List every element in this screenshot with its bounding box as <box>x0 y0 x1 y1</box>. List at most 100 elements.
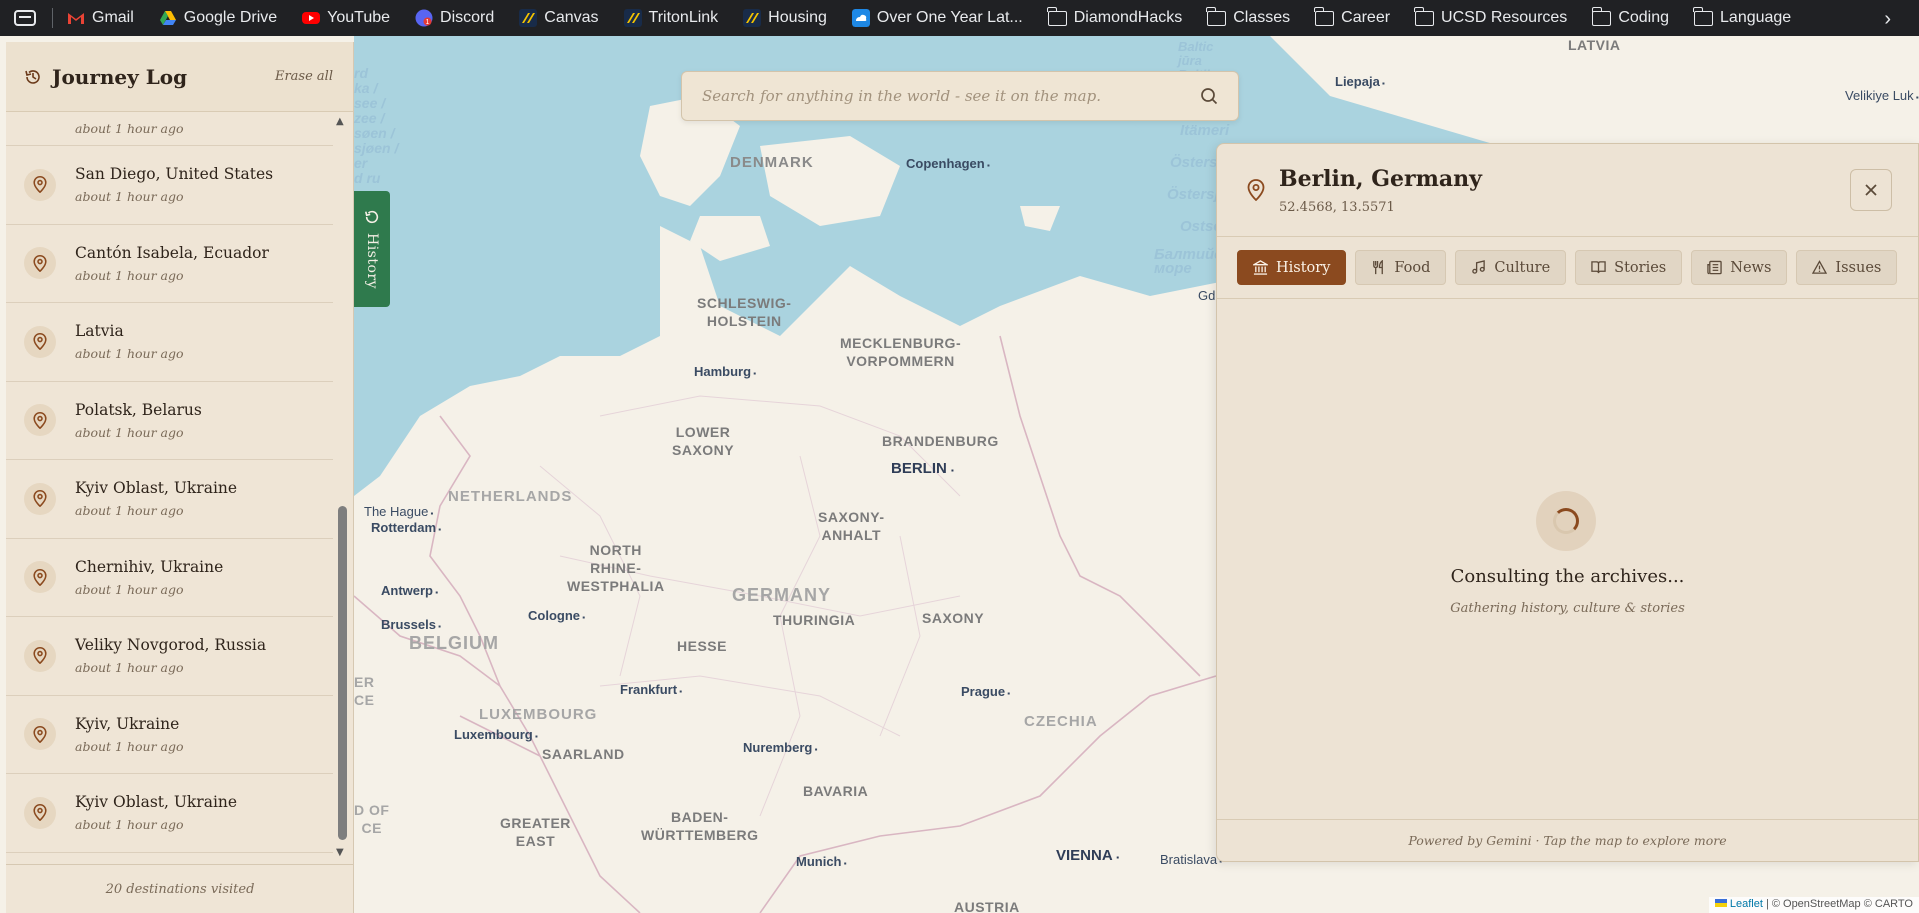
list-item[interactable]: Cantón Isabela, Ecuador about 1 hour ago <box>6 225 333 303</box>
close-button[interactable] <box>1850 169 1892 211</box>
bookmark-folder-diamondhacks[interactable]: DiamondHacks <box>1046 6 1182 27</box>
list-item-name: Chernihiv, Ukraine <box>75 557 224 576</box>
list-item-partial[interactable]: about 1 hour ago <box>6 112 333 146</box>
cloud-icon <box>851 9 870 27</box>
list-item[interactable]: Kyiv, Ukraine about 1 hour ago <box>6 696 333 774</box>
map-label-austria: AUSTRIA <box>954 899 1020 913</box>
tab-stories[interactable]: Stories <box>1575 250 1683 285</box>
map-label-hesse: HESSE <box>677 638 727 654</box>
bookmark-canvas[interactable]: Canvas <box>519 9 599 27</box>
bookmark-folder-language[interactable]: Language <box>1693 6 1791 27</box>
bookmark-folder-ucsd-resources[interactable]: UCSD Resources <box>1414 6 1567 27</box>
search-icon[interactable] <box>1200 87 1218 105</box>
tab-news[interactable]: News <box>1691 250 1788 285</box>
tab-issues[interactable]: Issues <box>1796 250 1898 285</box>
map-label-czechia: CZECHIA <box>1024 713 1098 730</box>
journey-list[interactable]: about 1 hour ago San Diego, United State… <box>6 112 333 864</box>
map-pin-icon <box>33 568 47 586</box>
map-label-hamburg: Hamburg <box>694 364 756 379</box>
folder-icon <box>1591 6 1612 26</box>
list-item-time: about 1 hour ago <box>75 189 184 205</box>
scroll-up-icon[interactable]: ▲ <box>336 116 344 127</box>
history-icon <box>365 210 379 224</box>
search-bar[interactable]: Search for anything in the world - see i… <box>681 71 1239 121</box>
map-label-germany: GERMANY <box>732 585 832 605</box>
map-label-netherlands: NETHERLANDS <box>448 488 573 505</box>
map-label-berlin: BERLIN ▪ <box>891 460 954 477</box>
map-label-thuringia: THURINGIA <box>773 612 856 628</box>
list-item[interactable]: San Diego, United States about 1 hour ago <box>6 146 333 225</box>
pin-badge <box>24 247 56 280</box>
pin-badge <box>24 325 56 358</box>
bookmark-label: Gmail <box>92 9 134 26</box>
tab-history[interactable]: History <box>1237 250 1347 285</box>
book-icon <box>1591 261 1606 274</box>
erase-all-button[interactable]: Erase all <box>275 69 333 84</box>
bookmark-folder-career[interactable]: Career <box>1314 6 1390 27</box>
sidebar-scrollbar[interactable]: ▲ ▼ <box>335 112 349 864</box>
list-item[interactable]: Polatsk, Belarus about 1 hour ago <box>6 382 333 460</box>
map-label-text: Copenhagen <box>906 156 985 171</box>
scroll-down-icon[interactable]: ▼ <box>336 847 344 858</box>
list-item[interactable]: Chernihiv, Ukraine about 1 hour ago <box>6 539 333 617</box>
bookmark-over-one-year[interactable]: Over One Year Lat... <box>851 9 1023 27</box>
map-label-schleswig-holstein: SCHLESWIG- HOLSTEIN <box>697 295 792 329</box>
map-attribution: Leaflet | © OpenStreetMap © CARTO <box>1708 897 1919 913</box>
bookmark-label: Discord <box>440 9 495 26</box>
map-label-belgium: BELGIUM <box>409 633 499 653</box>
youtube-icon <box>302 12 321 24</box>
list-item[interactable]: Latvia about 1 hour ago <box>6 303 333 382</box>
bookmark-folder-coding[interactable]: Coding <box>1591 6 1670 27</box>
map-label-copenhagen: Copenhagen <box>906 156 990 171</box>
folder-icon <box>1046 6 1067 26</box>
map-pin-icon <box>33 804 47 822</box>
map-label-saxony: SAXONY <box>922 610 985 626</box>
bookmark-label: TritonLink <box>648 9 719 26</box>
map-label-bratislava: Bratislava <box>1160 852 1222 867</box>
bookmark-youtube[interactable]: YouTube <box>302 9 390 27</box>
bookmark-label: YouTube <box>327 9 391 26</box>
list-item[interactable]: Kyiv Oblast, Ukraine about 1 hour ago <box>6 774 333 853</box>
tab-search-icon[interactable] <box>14 10 36 26</box>
bookmark-google-drive[interactable]: Google Drive <box>159 9 277 27</box>
bookmark-folder-classes[interactable]: Classes <box>1206 6 1290 27</box>
scrollbar-thumb[interactable] <box>338 506 347 840</box>
canvas-icon <box>519 9 538 27</box>
list-item-time: about 1 hour ago <box>75 503 184 519</box>
tab-label: Culture <box>1494 259 1551 276</box>
bookmark-housing[interactable]: Housing <box>743 9 827 27</box>
history-toggle-tab[interactable]: History <box>354 191 390 307</box>
sidebar-title: Journey Log <box>52 64 188 89</box>
bookmark-label: Coding <box>1618 9 1670 26</box>
bookmark-gmail[interactable]: Gmail <box>67 9 134 27</box>
map-label-the-hague: The Hague <box>364 504 433 519</box>
pin-badge <box>24 482 56 515</box>
map-label-cologne: Cologne <box>528 608 585 623</box>
list-item[interactable]: Kyiv Oblast, Ukraine about 1 hour ago <box>6 460 333 539</box>
map-label-bavaria: BAVARIA <box>803 783 869 799</box>
bookmarks-separator <box>52 8 53 28</box>
chevron-right-icon[interactable]: › <box>1884 8 1891 31</box>
list-item[interactable]: Veliky Novgorod, Russia about 1 hour ago <box>6 617 333 696</box>
tab-food[interactable]: Food <box>1355 250 1447 285</box>
map-label-antwerp: Antwerp <box>381 583 438 598</box>
tab-label: News <box>1730 259 1772 276</box>
close-icon <box>1865 184 1877 196</box>
loading-title: Consulting the archives... <box>1450 566 1685 587</box>
panel-body: Consulting the archives... Gathering his… <box>1217 301 1918 819</box>
map-label-mecklenburg: MECKLENBURG- VORPOMMERN <box>840 335 962 369</box>
loading-subtitle: Gathering history, culture & stories <box>1450 601 1685 616</box>
svg-text:1: 1 <box>426 19 430 26</box>
utensils-icon <box>1373 260 1384 275</box>
google-drive-icon <box>159 11 176 25</box>
folder-icon <box>1414 6 1435 26</box>
list-item-time: about 1 hour ago <box>75 346 184 362</box>
map-label-saarland: SAARLAND <box>542 746 625 762</box>
leaflet-link[interactable]: Leaflet <box>1730 898 1763 910</box>
bookmark-discord[interactable]: 1 Discord <box>415 9 494 27</box>
tab-culture[interactable]: Culture <box>1455 250 1567 285</box>
map-label-liepaja: Liepaja <box>1335 74 1385 89</box>
bookmark-label: Canvas <box>544 9 599 26</box>
search-input[interactable]: Search for anything in the world - see i… <box>702 87 1200 105</box>
bookmark-tritonlink[interactable]: TritonLink <box>623 9 719 27</box>
